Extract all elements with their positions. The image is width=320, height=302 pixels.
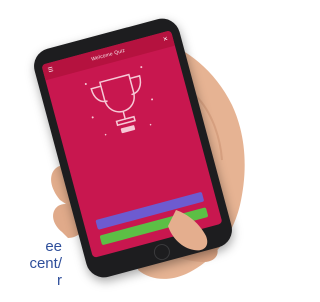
score-badge [120,125,136,134]
menu-icon[interactable]: ☰ [47,67,54,74]
photo: ee cent/ r ☰ Welcome Quiz ✕ [0,0,250,302]
app-header-title: Welcome Quiz [90,47,126,63]
close-icon[interactable]: ✕ [162,36,168,43]
trophy-icon [84,66,154,136]
